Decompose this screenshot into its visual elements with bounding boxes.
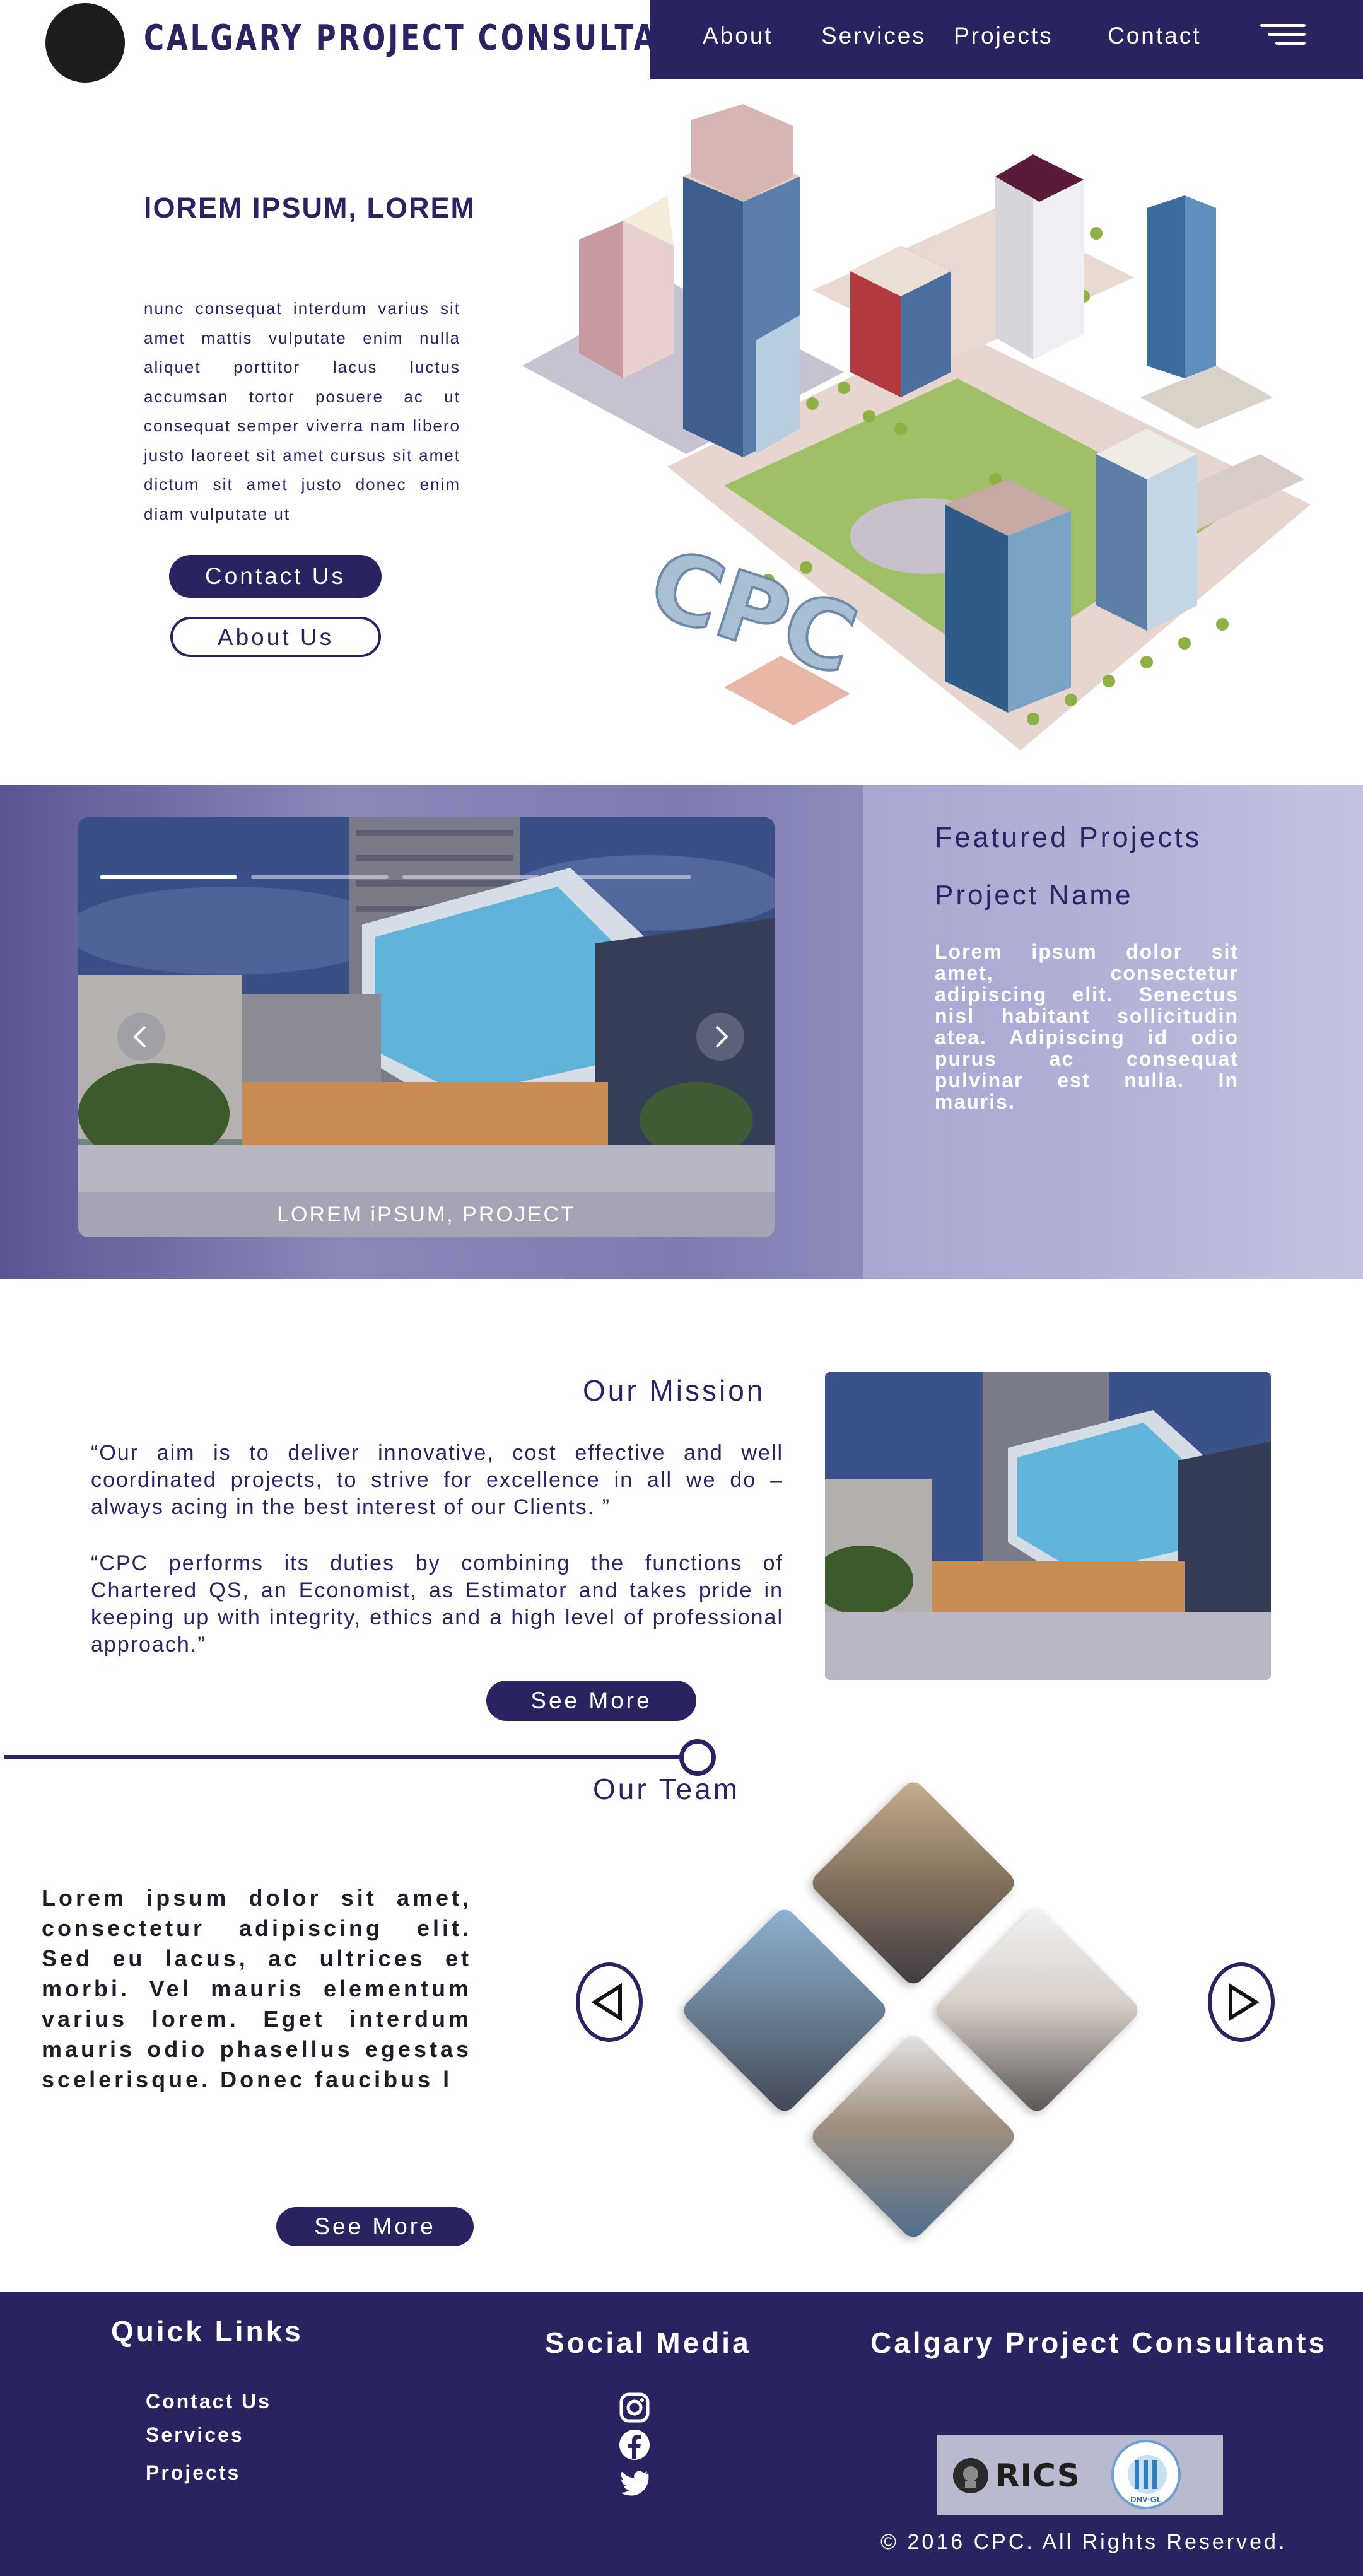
navbar: About Services Projects Contact [650, 0, 1363, 79]
triangle-right-icon [1229, 1983, 1260, 2022]
city-illustration: CPC [522, 104, 1311, 750]
logo[interactable] [45, 3, 125, 83]
featured-heading: Featured Projects [935, 821, 1202, 853]
slide-indicator-3[interactable] [402, 875, 540, 879]
company-title: Calgary Project Consultants [870, 2326, 1328, 2359]
nav-contact[interactable]: Contact [1108, 23, 1202, 49]
mission-image [825, 1372, 1271, 1680]
brand-title[interactable]: CALGARY PROJECT CONSULTANTS [144, 18, 727, 59]
footer-link-contact[interactable]: Contact Us [146, 2390, 271, 2413]
hamburger-icon[interactable] [1260, 24, 1306, 48]
dnv-label: DNV·GL [1130, 2495, 1162, 2504]
mission-quote-2: “CPC performs its duties by combining th… [91, 1551, 783, 1657]
slide-indicator-4[interactable] [554, 875, 691, 879]
nav-about[interactable]: About [703, 23, 773, 49]
slide-indicator-2[interactable] [251, 875, 389, 879]
team-prev-button[interactable] [576, 1962, 643, 2042]
slide-caption: LOREM iPSUM, PROJECT [78, 1192, 775, 1237]
team-title: Our Team [593, 1773, 740, 1805]
instagram-icon[interactable] [618, 2391, 651, 2424]
hero-text: nunc consequat interdum varius sit amet … [144, 299, 460, 523]
team-divider-line [4, 1755, 698, 1759]
quick-links-title: Quick Links [111, 2315, 303, 2348]
team-next-button[interactable] [1208, 1962, 1275, 2042]
hero-title: lOREM IPSUM, LOREM [144, 192, 476, 224]
about-us-button[interactable]: About Us [170, 617, 381, 657]
accreditation-badges: RICS DNV·GL [937, 2435, 1223, 2515]
footer-link-services[interactable]: Services [146, 2423, 244, 2447]
mission-quote-1: “Our aim is to deliver innovative, cost … [91, 1441, 783, 1519]
team-divider-knob [679, 1739, 716, 1776]
triangle-left-icon [591, 1983, 622, 2022]
slide-next-button[interactable] [696, 1013, 744, 1061]
team-see-more-button[interactable]: See More [276, 2207, 474, 2246]
contact-us-button[interactable]: Contact Us [169, 555, 382, 598]
lion-icon [953, 2458, 988, 2493]
mission-building-image [825, 1372, 1271, 1680]
dnv-seal: DNV·GL [1111, 2440, 1181, 2509]
project-slide[interactable]: LOREM iPSUM, PROJECT [78, 817, 775, 1237]
project-name: Project Name [935, 880, 1133, 911]
copyright: © 2016 CPC. All Rights Reserved. [880, 2530, 1287, 2554]
facebook-icon[interactable] [618, 2428, 651, 2461]
slide-prev-button[interactable] [117, 1013, 165, 1061]
nav-projects[interactable]: Projects [954, 23, 1053, 49]
twitter-icon[interactable] [618, 2466, 651, 2499]
project-description: Lorem ipsum dolor sit amet, consectetur … [935, 940, 1239, 1113]
slide-indicator-1[interactable] [100, 875, 237, 879]
social-media-title: Social Media [545, 2326, 751, 2359]
rics-logo: RICS [995, 2457, 1080, 2494]
chevron-left-icon [133, 1025, 146, 1048]
team-text: Lorem ipsum dolor sit amet, consectetur … [42, 1885, 472, 2092]
mission-see-more-button[interactable]: See More [486, 1681, 696, 1721]
chevron-right-icon [715, 1025, 728, 1048]
nav-services[interactable]: Services [821, 23, 926, 49]
slide-image [78, 817, 775, 1237]
team-member-photo-2[interactable] [679, 1905, 890, 2116]
mission-title: Our Mission [583, 1374, 766, 1407]
footer-link-projects[interactable]: Projects [146, 2461, 240, 2485]
